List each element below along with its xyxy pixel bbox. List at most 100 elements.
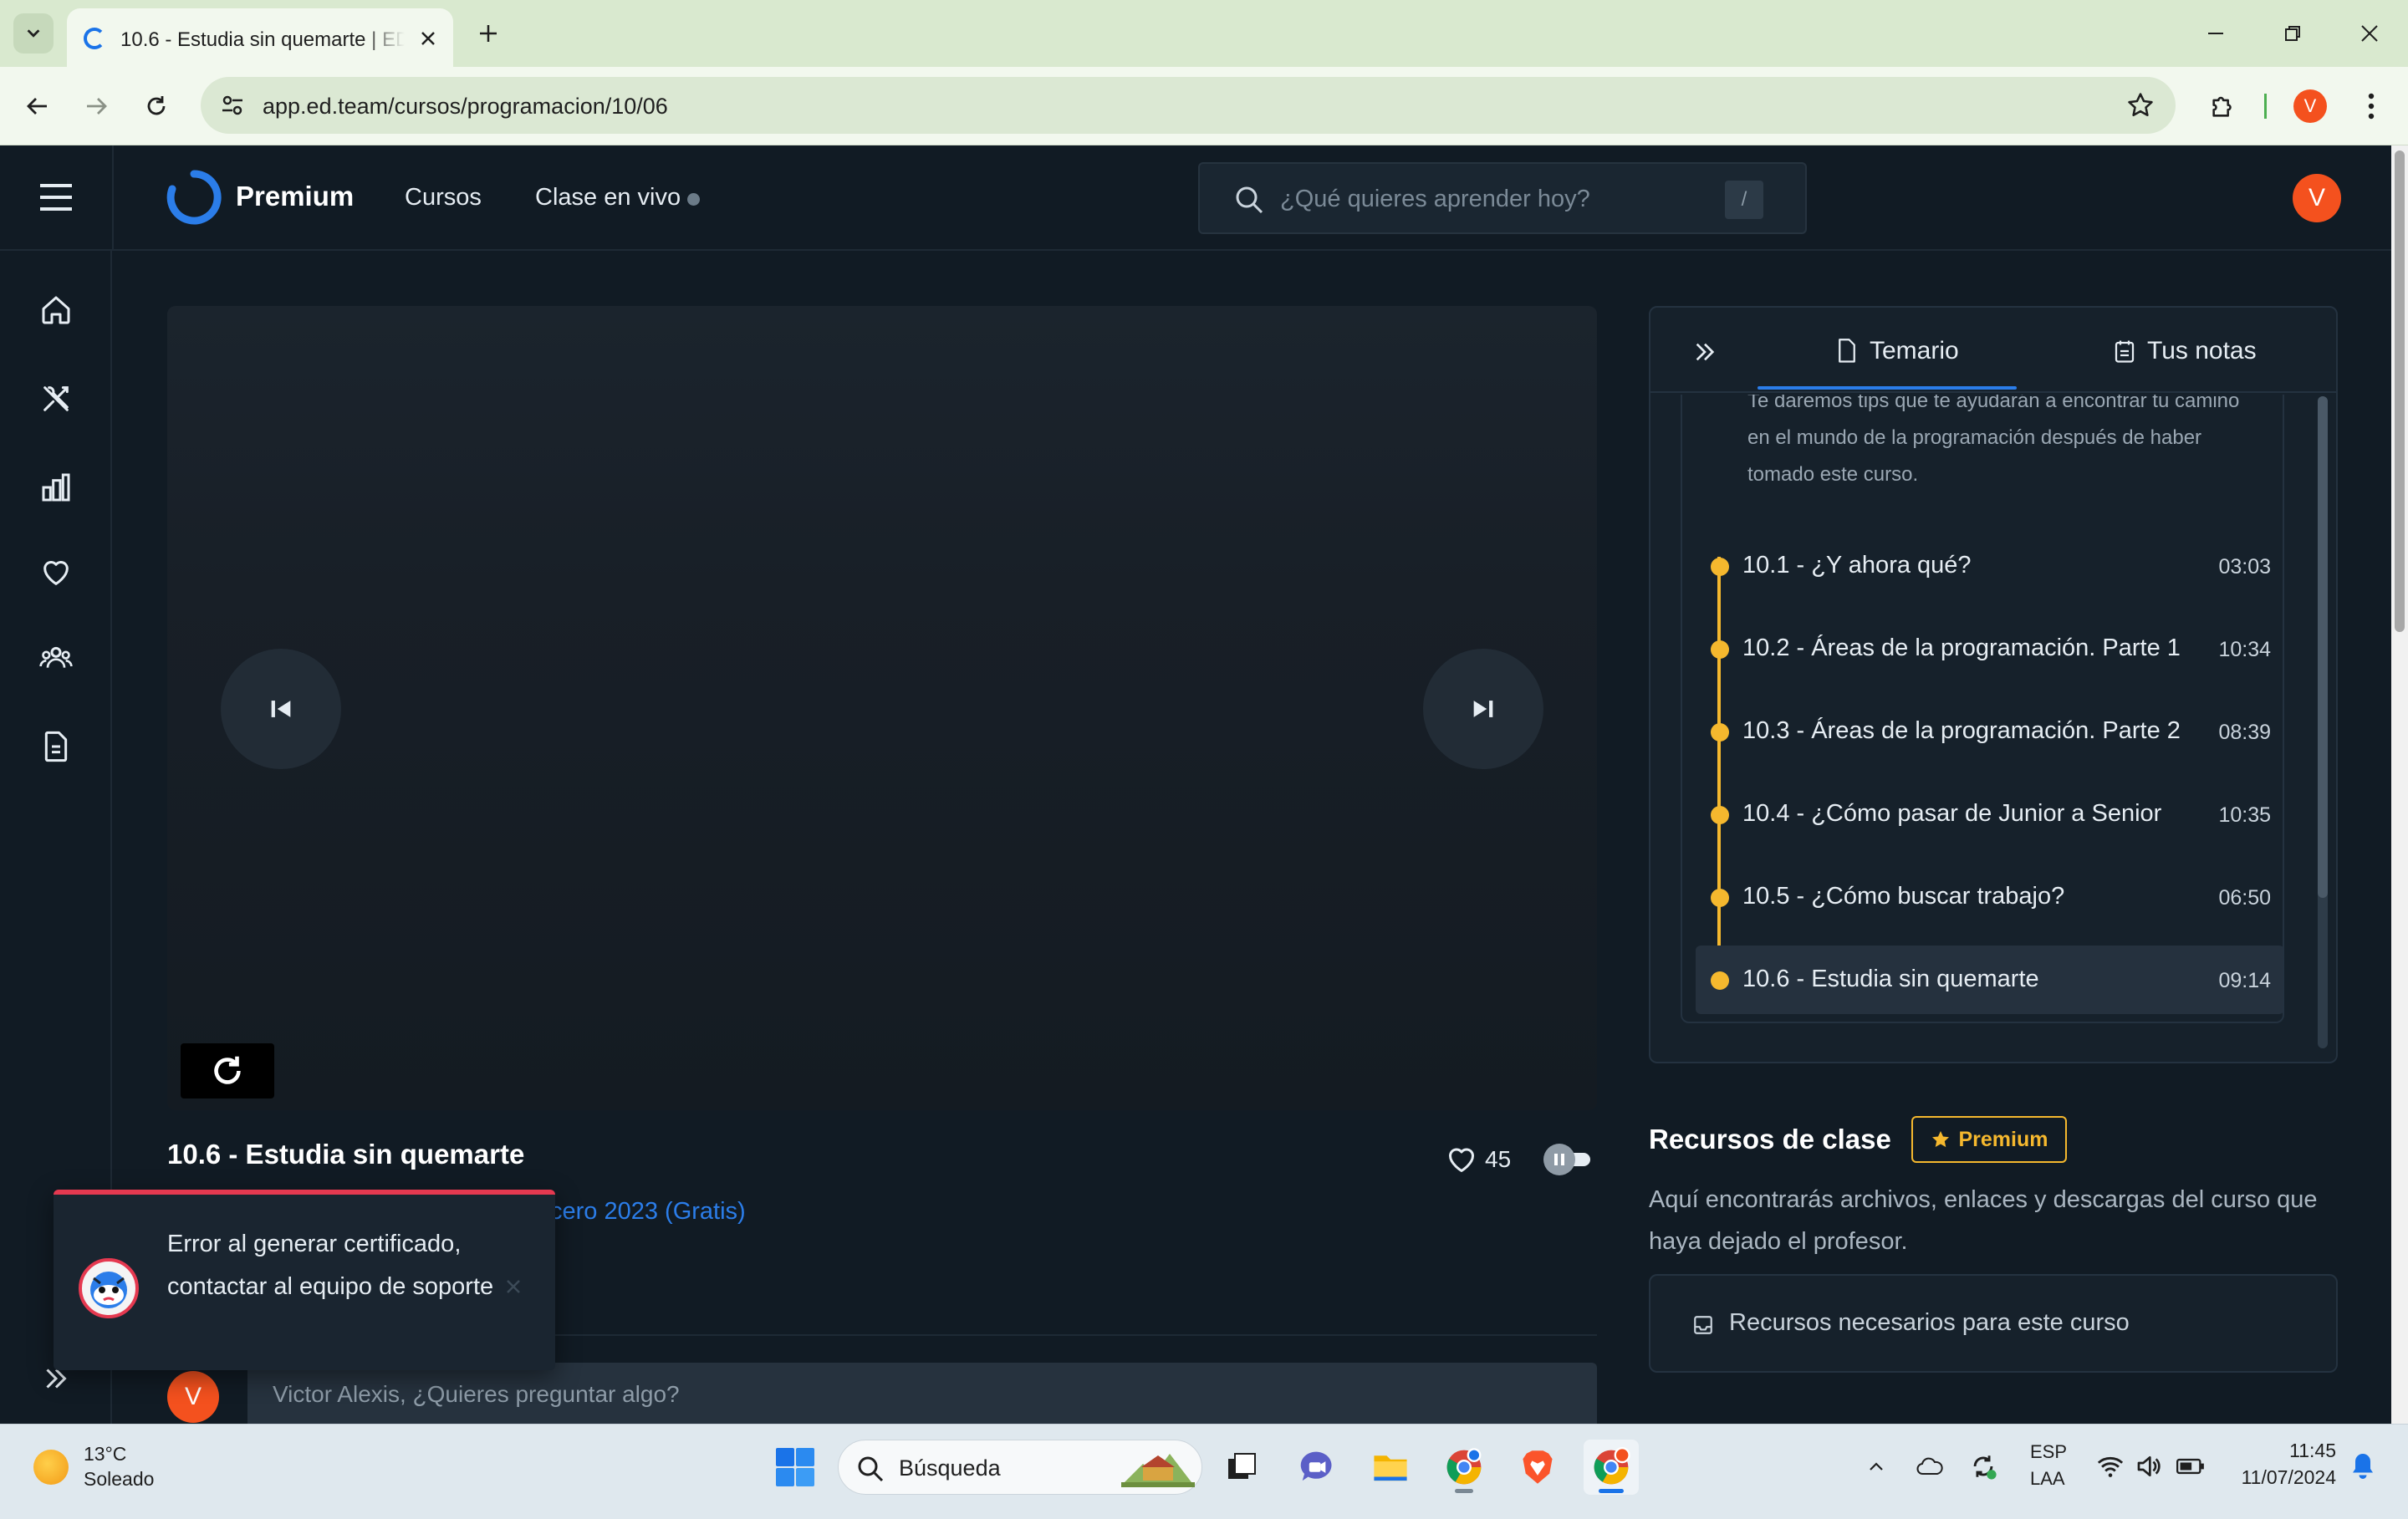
weather-temperature[interactable]: 13°C <box>84 1443 126 1465</box>
like-count: 45 <box>1485 1146 1512 1172</box>
lesson-item[interactable]: 10.5 - ¿Cómo buscar trabajo? 06:50 <box>1696 863 2283 931</box>
premium-badge-label: Premium <box>1958 1127 2048 1151</box>
arrow-left-icon <box>27 98 47 115</box>
taskbar-brave[interactable] <box>1510 1440 1565 1495</box>
tab-close-button[interactable] <box>415 25 441 52</box>
weather-description[interactable]: Soleado <box>84 1468 154 1491</box>
lesson-item[interactable]: 10.1 - ¿Y ahora qué? 03:03 <box>1696 532 2283 600</box>
chevron-down-icon <box>27 29 40 38</box>
panel-divider <box>1650 391 2336 393</box>
user-avatar[interactable]: V <box>2293 174 2341 222</box>
heart-icon <box>43 561 69 585</box>
tab-notes[interactable]: Tus notas <box>2114 326 2257 376</box>
nav-courses-link[interactable]: Cursos <box>405 184 482 212</box>
page-scroll-thumb[interactable] <box>2395 150 2405 632</box>
previous-lesson-button[interactable] <box>221 649 341 769</box>
search-input[interactable] <box>1280 181 1715 217</box>
search-shortcut-key: / <box>1725 181 1763 219</box>
lesson-item[interactable]: 10.4 - ¿Cómo pasar de Junior a Senior 10:… <box>1696 780 2283 849</box>
lesson-title: 10.2 - Áreas de la programación. Parte 1 <box>1742 635 2181 661</box>
lesson-item[interactable]: 10.2 - Áreas de la programación. Parte 1… <box>1696 614 2283 683</box>
forward-button[interactable] <box>75 85 117 127</box>
search-box[interactable]: / <box>1198 162 1807 234</box>
panel-collapse-button[interactable] <box>1687 334 1722 370</box>
windows-start-icon[interactable] <box>774 1446 816 1488</box>
logo-text[interactable]: Premium <box>236 181 354 212</box>
next-lesson-button[interactable] <box>1423 649 1543 769</box>
reload-button[interactable] <box>135 85 177 127</box>
video-player[interactable] <box>167 306 1597 1110</box>
home-icon <box>42 296 70 324</box>
clock-time[interactable]: 11:45 <box>2289 1440 2336 1462</box>
sidebar-item-community[interactable] <box>37 639 75 677</box>
sidebar-item-favorites[interactable] <box>37 553 75 592</box>
menu-button[interactable] <box>37 181 75 214</box>
lesson-status-dot <box>1711 806 1729 824</box>
extensions-button[interactable] <box>2202 85 2244 127</box>
sidebar-item-stats[interactable] <box>37 468 75 507</box>
tab-search-button[interactable] <box>13 13 54 54</box>
minimize-button[interactable] <box>2192 15 2239 52</box>
volume-icon <box>2137 1456 2161 1476</box>
error-mascot-icon <box>79 1258 139 1318</box>
tray-sync[interactable] <box>1967 1450 2000 1483</box>
taskbar-task-view[interactable] <box>1214 1440 1269 1495</box>
bookmark-button[interactable] <box>2124 89 2157 122</box>
profile-button[interactable]: V <box>2293 89 2327 123</box>
lesson-item[interactable]: 10.3 - Áreas de la programación. Parte 2… <box>1696 697 2283 766</box>
sidebar-item-home[interactable] <box>37 291 75 329</box>
address-bar[interactable]: app.ed.team/cursos/programacion/10/06 <box>201 77 2176 134</box>
course-link[interactable]: cero 2023 (Gratis) <box>550 1198 746 1226</box>
browser-menu-button[interactable] <box>2354 85 2388 127</box>
clock-date[interactable]: 11/07/2024 <box>2242 1466 2336 1489</box>
panel-scroll-thumb[interactable] <box>2318 396 2328 898</box>
toast-close-button[interactable] <box>500 1273 527 1300</box>
tray-battery[interactable] <box>2174 1450 2207 1483</box>
taskbar-chrome[interactable] <box>1436 1440 1492 1495</box>
restore-button[interactable] <box>2269 15 2316 52</box>
tray-wifi[interactable] <box>2094 1450 2127 1483</box>
new-tab-button[interactable] <box>472 17 505 50</box>
comment-box[interactable] <box>247 1363 1597 1426</box>
toast-message: Error al generar certificado, contactar … <box>167 1231 494 1300</box>
taskbar-file-explorer[interactable] <box>1363 1440 1418 1495</box>
community-icon <box>39 646 73 668</box>
puzzle-icon <box>2212 96 2232 117</box>
folder-icon <box>1374 1455 1407 1481</box>
tray-overflow-button[interactable] <box>1860 1450 1893 1483</box>
star-icon <box>1931 1131 1949 1148</box>
tray-onedrive[interactable] <box>1913 1450 1946 1483</box>
tab-syllabus[interactable]: Temario <box>1836 326 1959 376</box>
stats-icon <box>42 473 70 502</box>
active-indicator <box>1599 1489 1624 1493</box>
back-button[interactable] <box>17 85 59 127</box>
comment-input[interactable] <box>273 1376 1527 1413</box>
keyboard-layout[interactable]: LAA <box>2030 1468 2065 1490</box>
lesson-duration: 08:39 <box>2218 721 2271 744</box>
tray-volume[interactable] <box>2132 1450 2166 1483</box>
sun-icon[interactable] <box>33 1450 69 1485</box>
site-info-button[interactable] <box>217 90 247 120</box>
autoplay-toggle[interactable] <box>1543 1144 1592 1175</box>
input-language[interactable]: ESP <box>2030 1441 2067 1463</box>
taskbar-search[interactable]: Búsqueda <box>838 1440 1202 1495</box>
edteam-logo-icon[interactable] <box>166 169 222 226</box>
task-view-icon <box>1228 1453 1256 1479</box>
lesson-item-active[interactable]: 10.6 - Estudia sin quemarte 09:14 <box>1696 946 2283 1014</box>
notification-bell-icon[interactable] <box>2348 1451 2378 1481</box>
syllabus-panel: Temario Tus notas Te daremos tips que te… <box>1649 306 2338 1063</box>
browser-tab[interactable]: 10.6 - Estudia sin quemarte | ED <box>67 8 453 67</box>
document-icon <box>1839 339 1855 363</box>
pause-icon <box>1543 1144 1575 1175</box>
window-close-button[interactable] <box>2346 15 2393 52</box>
sidebar-item-documents[interactable] <box>37 727 75 766</box>
taskbar-chrome-profile[interactable] <box>1584 1440 1639 1495</box>
taskbar-teams[interactable] <box>1289 1440 1344 1495</box>
search-icon <box>1236 186 1263 214</box>
like-button[interactable]: 45 <box>1446 1143 1511 1176</box>
sidebar-item-tools[interactable] <box>37 380 75 418</box>
nav-live-class-link[interactable]: Clase en vivo <box>535 184 681 212</box>
replay-button[interactable] <box>181 1043 274 1098</box>
resources-accordion[interactable]: Recursos necesarios para este curso <box>1649 1274 2338 1373</box>
double-chevron-right-icon <box>1696 343 1715 361</box>
